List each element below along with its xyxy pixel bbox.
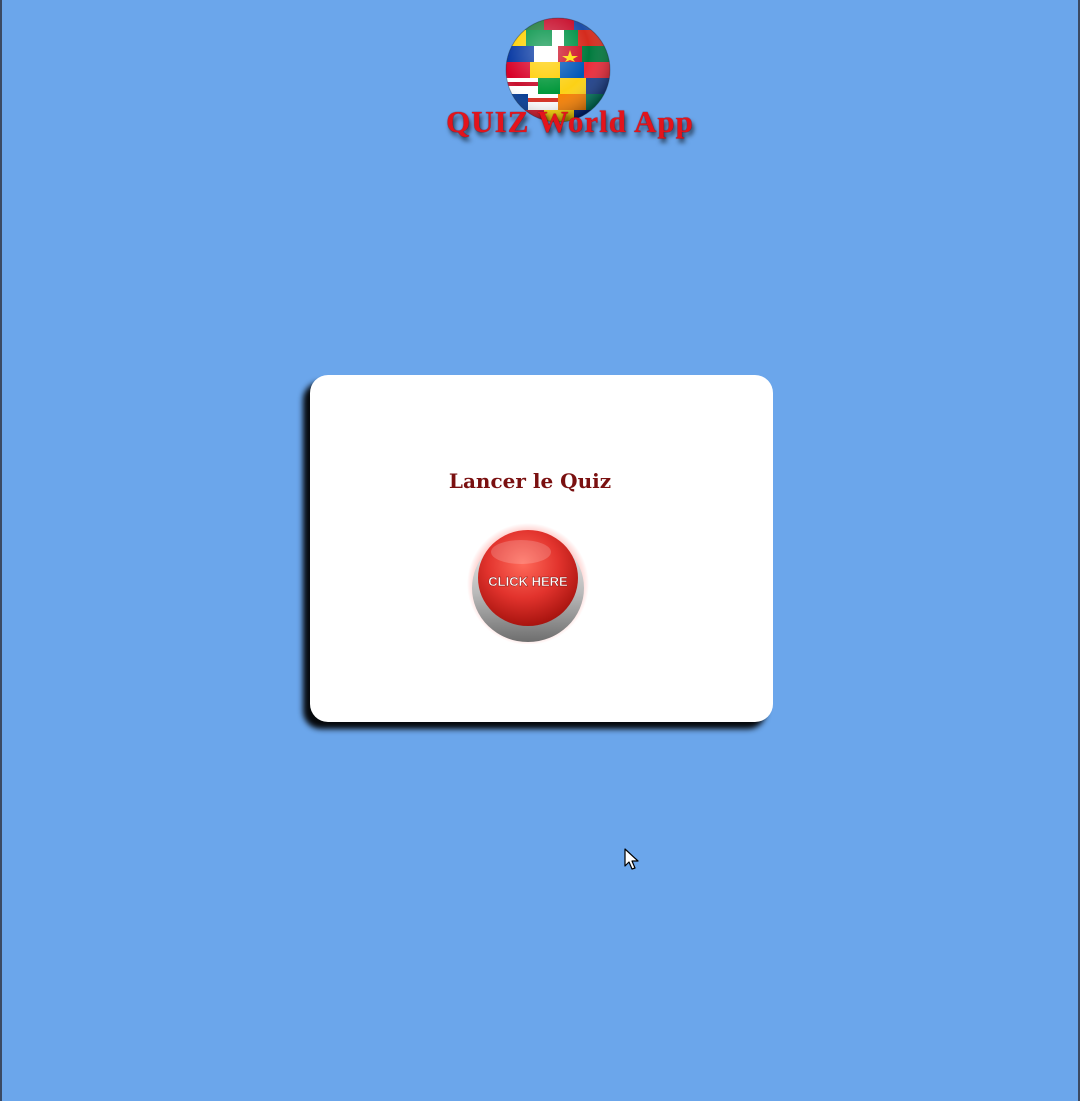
click-here-label: CLICK HERE	[488, 574, 568, 589]
start-quiz-card: Lancer le Quiz CLICK HERE	[310, 375, 773, 722]
window-left-edge	[0, 0, 2, 1101]
click-here-button[interactable]: CLICK HERE	[465, 518, 591, 644]
app-header: QUIZ World App	[400, 12, 740, 152]
mouse-pointer-icon	[624, 848, 639, 870]
start-quiz-heading: Lancer le Quiz	[448, 469, 612, 493]
app-title: QUIZ World App	[446, 104, 694, 139]
